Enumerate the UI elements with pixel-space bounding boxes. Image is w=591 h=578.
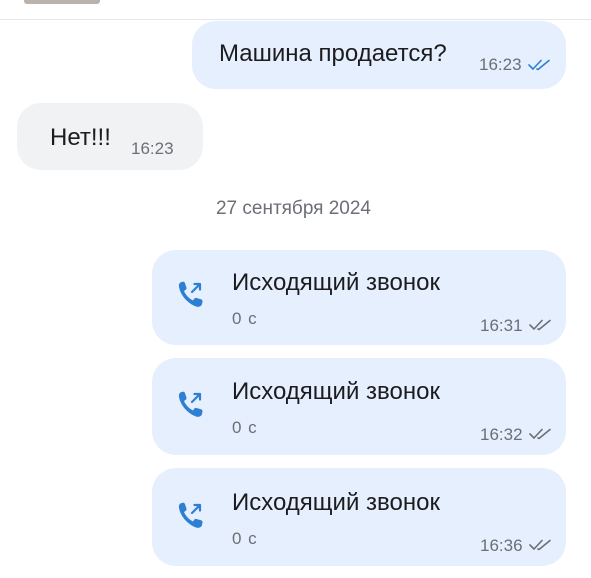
double-check-icon — [529, 319, 551, 331]
double-check-icon — [529, 539, 551, 551]
top-divider — [0, 19, 591, 20]
date-separator: 27 сентября 2024 — [0, 198, 591, 220]
outgoing-call-icon — [178, 502, 203, 528]
message-time: 16:23 — [131, 139, 174, 158]
call-duration: 0 с — [232, 418, 258, 437]
message-time: 16:23 — [479, 55, 522, 74]
message-text: Нет!!! — [50, 124, 111, 151]
double-check-icon — [528, 59, 550, 71]
call-bubble[interactable]: Исходящий звонок 0 с 16:31 — [152, 250, 566, 345]
call-title: Исходящий звонок — [232, 269, 440, 296]
message-text: Машина продается? — [219, 40, 447, 67]
call-time: 16:36 — [480, 536, 523, 555]
date-separator-text: 27 сентября 2024 — [215, 198, 372, 219]
call-bubble[interactable]: Исходящий звонок 0 с 16:36 — [152, 468, 566, 566]
double-check-icon — [529, 428, 551, 440]
call-title: Исходящий звонок — [232, 489, 440, 516]
outgoing-message-bubble[interactable]: Машина продается? 16:23 — [192, 21, 566, 89]
call-time: 16:32 — [480, 425, 523, 444]
call-bubble[interactable]: Исходящий звонок 0 с 16:32 — [152, 358, 566, 455]
call-duration: 0 с — [232, 309, 258, 328]
outgoing-call-icon — [178, 281, 203, 307]
call-title: Исходящий звонок — [232, 378, 440, 405]
partial-avatar — [24, 0, 100, 4]
call-time: 16:31 — [480, 316, 523, 335]
outgoing-call-icon — [178, 391, 203, 417]
call-duration: 0 с — [232, 529, 258, 548]
incoming-message-bubble[interactable]: Нет!!! 16:23 — [17, 103, 203, 170]
